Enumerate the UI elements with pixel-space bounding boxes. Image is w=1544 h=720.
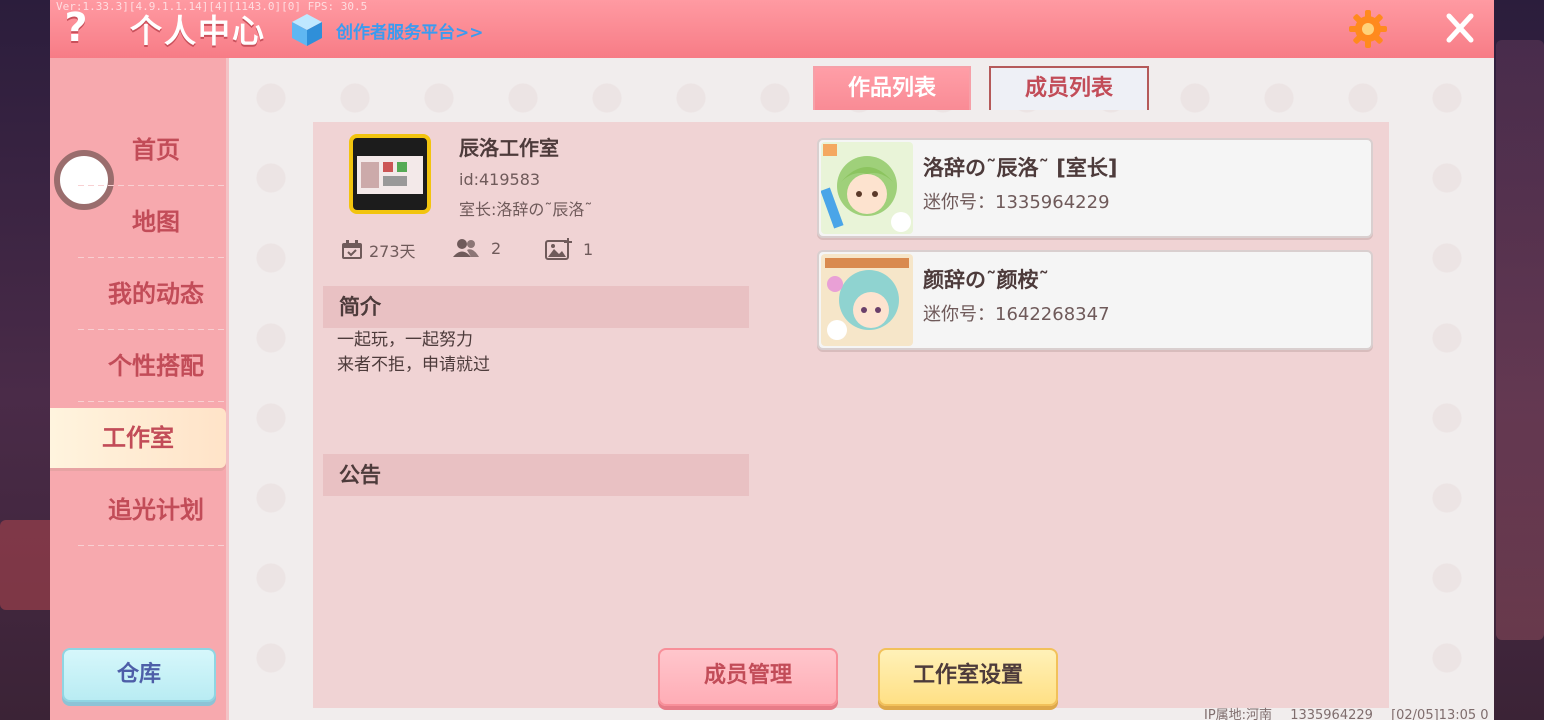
sidebar-item-label: 地图 <box>132 208 180 236</box>
ip-location: IP属地:河南 <box>1204 708 1273 720</box>
gear-icon[interactable] <box>1348 9 1388 49</box>
status-footer: IP属地:河南 1335964229 [02/05]13:05 0 <box>1204 704 1494 720</box>
sidebar-item-label: 我的动态 <box>108 280 204 308</box>
cube-icon[interactable] <box>290 12 324 48</box>
studio-id: id:419583 <box>459 170 541 189</box>
sidebar-item-chasing-light[interactable]: 追光计划 <box>78 480 234 546</box>
members-icon <box>453 239 479 257</box>
sidebar-item-outfit[interactable]: 个性搭配 <box>78 336 234 402</box>
stat-works: 1 <box>545 238 593 260</box>
personal-center-window: ? Ver:1.33.3][4.9.1.1.14][4][1143.0][0] … <box>50 0 1494 720</box>
studio-thumbnail <box>349 134 431 214</box>
sidebar: 首页 地图 我的动态 个性搭配 工作室 追光计划 仓库 <box>50 58 229 720</box>
works-count: 1 <box>583 239 594 259</box>
member-mini-number: 迷你号：1335964229 <box>923 192 1110 213</box>
studio-settings-button[interactable]: 工作室设置 <box>878 648 1058 706</box>
studio-name: 辰洛工作室 <box>459 136 559 160</box>
stat-days: 273天 <box>341 238 416 262</box>
image-icon <box>545 238 572 260</box>
sidebar-item-label: 首页 <box>132 136 180 164</box>
tab-members-list[interactable]: 成员列表 <box>989 66 1149 110</box>
warehouse-button[interactable]: 仓库 <box>62 648 216 702</box>
divider <box>78 329 224 330</box>
member-avatar <box>821 254 913 346</box>
intro-line: 来者不拒，申请就过 <box>337 355 490 375</box>
member-card[interactable]: 洛辞の˜辰洛˜ [室长] 迷你号：1335964229 <box>817 138 1373 238</box>
divider <box>78 545 224 546</box>
intro-text: 一起玩，一起努力 来者不拒，申请就过 <box>337 328 490 378</box>
member-avatar <box>821 142 913 234</box>
tab-works-list[interactable]: 作品列表 <box>813 66 971 110</box>
sidebar-item-label: 追光计划 <box>108 496 204 524</box>
sidebar-item-label: 工作室 <box>102 424 174 452</box>
timestamp: [02/05]13:05 0 <box>1391 708 1489 720</box>
divider <box>78 257 224 258</box>
intro-heading: 简介 <box>323 286 749 328</box>
calendar-icon <box>342 240 362 259</box>
sidebar-item-map[interactable]: 地图 <box>78 192 234 258</box>
sidebar-item-home[interactable]: 首页 <box>78 120 234 186</box>
member-name: 颜辞の˜颜桉˜ <box>923 268 1049 292</box>
creator-platform-link[interactable]: 创作者服务平台>> <box>336 18 484 43</box>
stat-members: 2 <box>453 238 501 258</box>
page-title: 个人中心 <box>130 12 267 50</box>
studio-owner: 室长:洛辞の˜辰洛˜ <box>459 200 593 219</box>
member-management-button[interactable]: 成员管理 <box>658 648 838 706</box>
days-value: 273天 <box>369 242 416 261</box>
background-decoration <box>1496 40 1544 640</box>
divider <box>78 185 224 186</box>
title-bar: ? Ver:1.33.3][4.9.1.1.14][4][1143.0][0] … <box>50 0 1494 60</box>
user-id: 1335964229 <box>1290 708 1373 720</box>
member-mini-number: 迷你号：1642268347 <box>923 304 1110 325</box>
close-icon[interactable] <box>1444 10 1476 46</box>
member-card[interactable]: 颜辞の˜颜桉˜ 迷你号：1642268347 <box>817 250 1373 350</box>
sidebar-item-studio[interactable]: 工作室 <box>50 408 226 468</box>
studio-content: 辰洛工作室 id:419583 室长:洛辞の˜辰洛˜ 273天 2 1 简介 一… <box>313 122 1389 708</box>
divider <box>78 401 224 402</box>
members-count: 2 <box>491 238 502 258</box>
sidebar-item-label: 个性搭配 <box>108 352 204 380</box>
member-name: 洛辞の˜辰洛˜ [室长] <box>923 156 1118 180</box>
main-panel: 作品列表 成员列表 辰洛工作室 id:419583 室长:洛辞の˜辰洛˜ 273… <box>229 58 1494 720</box>
notice-heading: 公告 <box>323 454 749 496</box>
sidebar-item-my-feed[interactable]: 我的动态 <box>78 264 234 330</box>
intro-line: 一起玩，一起努力 <box>337 330 473 350</box>
